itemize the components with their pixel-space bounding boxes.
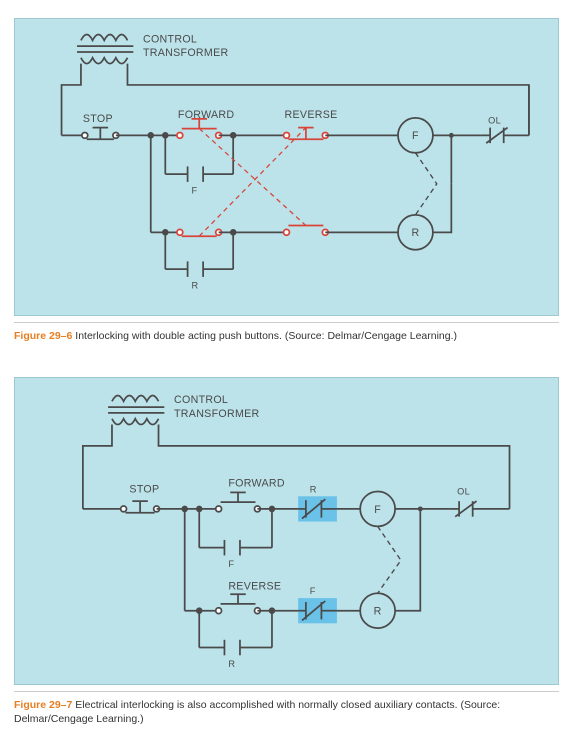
figure-caption-2: Figure 29–7 Electrical interlocking is a… <box>14 691 559 726</box>
f-nc-label: F <box>310 586 316 596</box>
r-coil-label: R <box>411 227 419 239</box>
reverse-nc-pushbutton <box>284 128 329 140</box>
f-coil-label-2: F <box>374 504 381 516</box>
figure-number-2: Figure 29–7 <box>14 699 72 711</box>
figure-text-2: Electrical interlocking is also accompli… <box>14 699 500 725</box>
stop-label: STOP <box>83 113 113 125</box>
ol-contact <box>480 128 528 144</box>
stop-label-2: STOP <box>129 483 159 495</box>
r-coil-label-2: R <box>374 606 382 618</box>
forward-nc-pushbutton <box>177 229 222 236</box>
f-coil-label: F <box>412 130 419 142</box>
f-aux-contact <box>163 133 236 182</box>
forward-pushbutton-2 <box>216 492 261 511</box>
transformer-label-1b: CONTROL <box>174 394 228 406</box>
f-aux-label-2: F <box>228 559 234 569</box>
stop-pushbutton <box>82 128 119 140</box>
reverse-pushbutton-2 <box>216 594 261 613</box>
figure-29-7: CONTROL TRANSFORMER STOP FORWARD <box>14 377 559 726</box>
transformer-icon <box>108 396 164 425</box>
branch-wires <box>148 133 153 232</box>
pushbutton-links <box>199 128 306 237</box>
circuit-panel-1: CONTROL TRANSFORMER <box>14 18 559 316</box>
reverse-label: REVERSE <box>285 109 338 121</box>
rung-forward <box>62 128 178 140</box>
transformer-icon <box>77 35 133 64</box>
figure-number-1: Figure 29–6 <box>14 330 72 342</box>
figure-caption-1: Figure 29–6 Interlocking with double act… <box>14 322 559 343</box>
r-aux-label-2: R <box>228 659 235 669</box>
f-coil: F <box>398 118 433 153</box>
bus-wires <box>62 64 529 136</box>
transformer-label-2b: TRANSFORMER <box>174 408 260 420</box>
mechanical-interlock-2 <box>378 526 401 593</box>
figure-29-6: CONTROL TRANSFORMER <box>14 18 559 343</box>
circuit-panel-2: CONTROL TRANSFORMER STOP FORWARD <box>14 377 559 685</box>
circuit-svg-2: CONTROL TRANSFORMER STOP FORWARD <box>15 378 558 679</box>
ol-contact-2 <box>449 501 509 517</box>
mechanical-interlock <box>415 153 436 215</box>
reverse-no-pushbutton <box>284 226 329 236</box>
ol-label-2: OL <box>457 486 470 496</box>
reverse-label-2: REVERSE <box>228 580 281 592</box>
transformer-label-2: TRANSFORMER <box>143 47 229 59</box>
bus-wires-2 <box>83 425 510 509</box>
f-aux-label: F <box>191 186 197 196</box>
transformer-label-1: CONTROL <box>143 33 197 45</box>
figure-text-1: Interlocking with double acting push but… <box>72 330 457 342</box>
ol-label: OL <box>488 116 501 126</box>
r-aux-contact-2 <box>197 608 275 655</box>
r-aux-label: R <box>191 281 198 291</box>
r-nc-label: R <box>310 484 317 494</box>
r-coil: R <box>398 215 433 250</box>
circuit-svg-1: CONTROL TRANSFORMER <box>15 19 558 310</box>
f-aux-contact-2 <box>197 507 275 556</box>
forward-label-2: FORWARD <box>228 478 285 490</box>
